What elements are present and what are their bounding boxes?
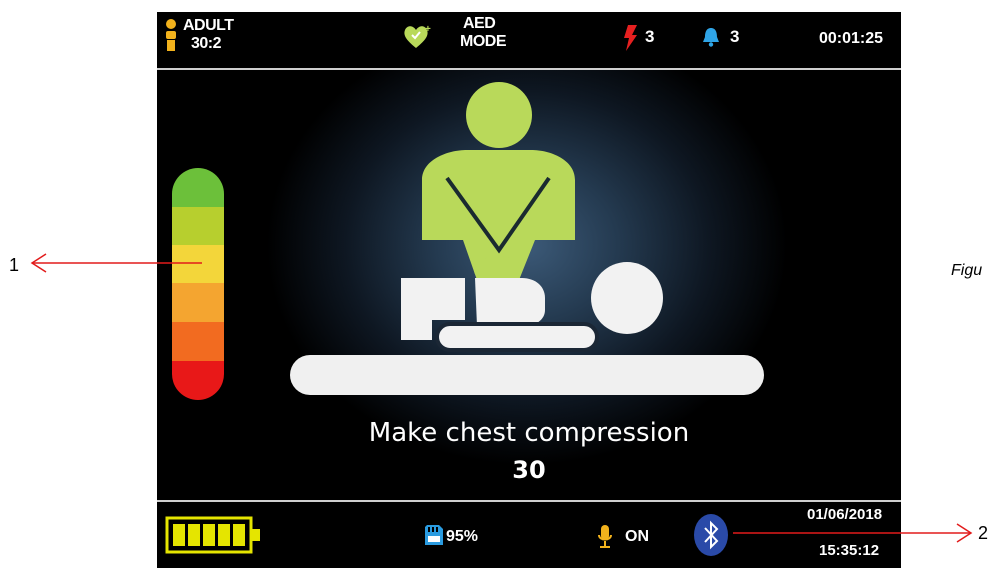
mic-status: ON [625, 528, 649, 545]
compression-depth-gauge [172, 168, 224, 400]
annotation-label-2: 2 [978, 523, 989, 543]
date-display: 01/06/2018 [807, 506, 883, 523]
person-icon [166, 19, 176, 51]
gauge-segment [172, 207, 224, 245]
aed-screen: ADULT 30:2 + AED MODE 3 3 00:01:25 Make … [157, 12, 901, 568]
gauge-segment [172, 361, 224, 400]
compression-count: 30 [512, 456, 546, 484]
storage-percent: 95% [446, 528, 479, 545]
instruction-text: Make chest compression [368, 418, 690, 448]
gauge-segment [172, 322, 224, 361]
alarm-bell-icon [703, 28, 719, 47]
alarm-count: 3 [730, 27, 740, 46]
elapsed-timer: 00:01:25 [819, 30, 884, 47]
mode-line1: AED [463, 15, 496, 32]
figure-caption: Figu [951, 262, 983, 279]
gauge-segment [172, 168, 224, 207]
annotation-label-1: 1 [9, 255, 20, 275]
battery-icon [165, 516, 260, 554]
heart-plus-icon: + [404, 24, 431, 48]
sd-card-icon [425, 525, 443, 545]
svg-text:+: + [425, 24, 431, 35]
annotation-arrow-1 [30, 253, 202, 273]
bluetooth-icon [694, 514, 728, 556]
shock-icon [624, 25, 637, 51]
time-display: 15:35:12 [819, 542, 880, 559]
bottom-divider [157, 500, 901, 502]
microphone-icon [598, 525, 612, 548]
cpr-guidance-area: Make chest compression 30 [157, 70, 901, 500]
status-bar: ADULT 30:2 + AED MODE 3 3 00:01:25 [157, 12, 901, 70]
shock-count: 3 [645, 27, 655, 46]
annotation-arrow-2 [733, 523, 973, 543]
patient-type: ADULT [183, 17, 234, 34]
compression-ratio: 30:2 [191, 35, 222, 52]
mode-line2: MODE [460, 33, 507, 50]
cpr-illustration-icon [290, 82, 764, 395]
gauge-segment [172, 283, 224, 322]
